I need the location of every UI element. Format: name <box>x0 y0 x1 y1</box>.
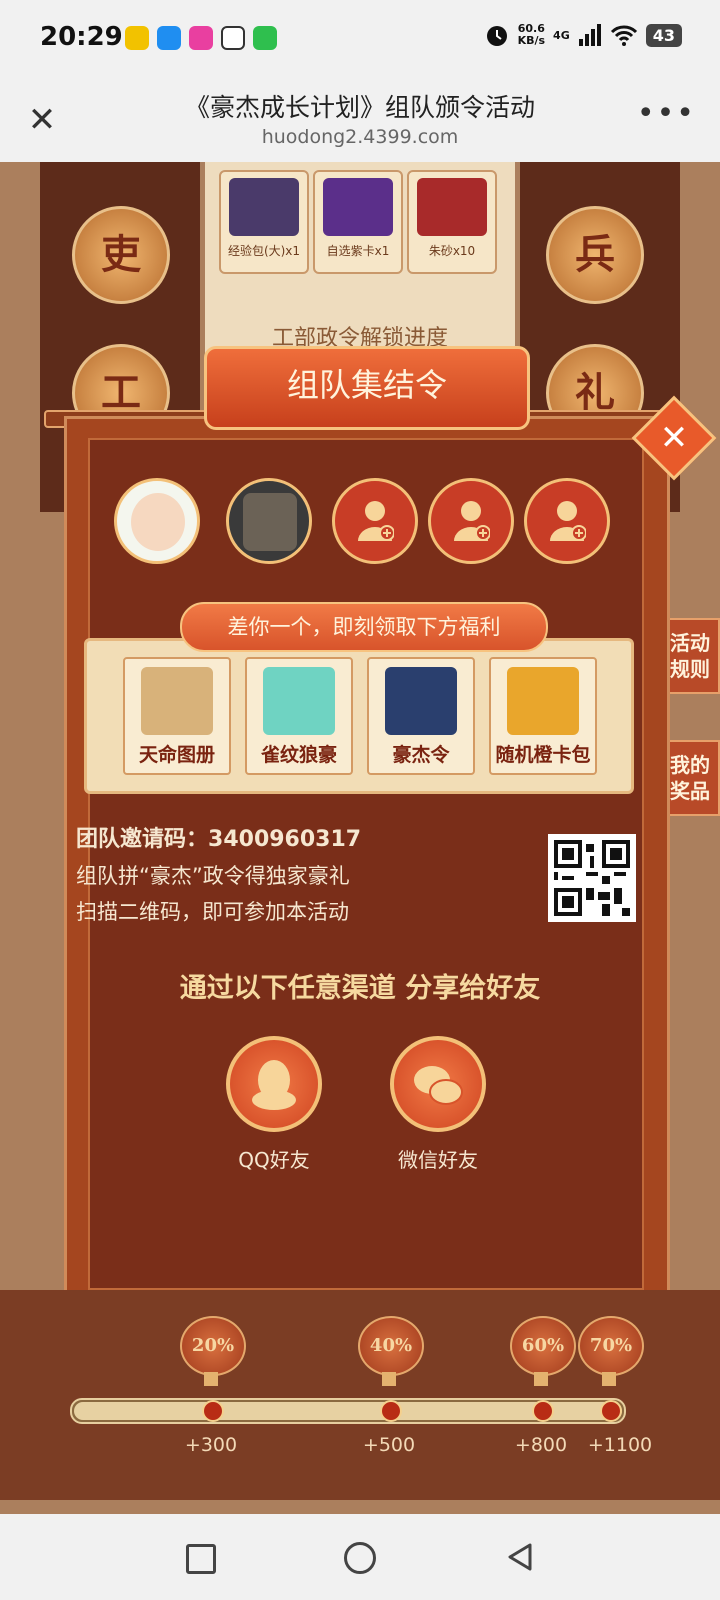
alarm-icon <box>486 26 507 46</box>
lantern-tassel <box>204 1372 218 1386</box>
add-user-icon <box>454 501 490 541</box>
page-url: huodong2.4399.com <box>261 126 459 148</box>
reward-item[interactable]: 雀纹狼豪 <box>245 657 353 775</box>
qr-code-icon <box>554 840 630 916</box>
reward-item[interactable]: 天命图册 <box>123 657 231 775</box>
milestone-lantern[interactable]: 60% <box>510 1316 576 1376</box>
notification-icons <box>125 26 277 50</box>
app-notification-icon <box>125 26 149 50</box>
lantern-tassel <box>382 1372 396 1386</box>
network-speed: 60.6 KB/s <box>517 22 546 47</box>
milestone-dot <box>380 1400 402 1422</box>
status-indicators: 60.6 KB/s 4G 43 <box>484 22 682 48</box>
token-icon <box>385 667 457 735</box>
milestone-points: +1100 <box>587 1434 653 1456</box>
app-notification-icon <box>157 26 181 50</box>
member-avatar <box>114 478 200 564</box>
milestone-dot <box>600 1400 622 1422</box>
invite-info: 团队邀请码：3400960317 组队拼“豪杰”政令得独家豪礼 扫描二维码，即可… <box>76 822 361 930</box>
battery-indicator: 43 <box>645 23 682 47</box>
close-icon: ✕ <box>659 418 689 458</box>
qq-icon <box>252 1060 296 1110</box>
brush-icon <box>263 667 335 735</box>
milestone-dot <box>532 1400 554 1422</box>
back-icon[interactable] <box>506 1542 534 1572</box>
add-user-icon <box>550 501 586 541</box>
invite-slot[interactable] <box>428 478 514 564</box>
lantern-tassel <box>602 1372 616 1386</box>
background-reward-item: 朱砂x10 <box>407 170 497 274</box>
background-reward-item: 自选紫卡x1 <box>313 170 403 274</box>
reward-list: 天命图册 雀纹狼豪 豪杰令 随机橙卡包 <box>84 638 634 794</box>
qr-code[interactable] <box>548 834 636 922</box>
wechat-icon <box>414 1066 463 1105</box>
game-box-notification-icon <box>253 26 277 50</box>
more-icon[interactable]: ••• <box>637 96 696 131</box>
member-avatar <box>226 478 312 564</box>
avatar <box>131 493 185 551</box>
background-reward-item: 经验包(大)x1 <box>219 170 309 274</box>
milestone-points: +300 <box>184 1434 238 1456</box>
milestone-lantern[interactable]: 70% <box>578 1316 644 1376</box>
invite-code-line: 团队邀请码：3400960317 <box>76 822 361 858</box>
signal-icon <box>578 24 601 46</box>
status-time: 20:29 <box>40 22 123 52</box>
milestone-lantern[interactable]: 40% <box>358 1316 424 1376</box>
invite-desc: 扫描二维码，即可参加本活动 <box>76 900 349 924</box>
wifi-icon <box>610 25 637 46</box>
benefit-banner: 差你一个，即刻领取下方福利 <box>180 602 548 652</box>
invite-desc: 组队拼“豪杰”政令得独家豪礼 <box>76 864 350 888</box>
reward-item[interactable]: 随机橙卡包 <box>489 657 597 775</box>
home-icon[interactable] <box>344 1542 376 1574</box>
milestone-points: +800 <box>514 1434 568 1456</box>
page-title: 《豪杰成长计划》组队颁令活动 <box>184 93 535 122</box>
exp-book-icon <box>229 178 299 236</box>
share-qq-button[interactable] <box>226 1036 322 1132</box>
purple-card-icon <box>323 178 393 236</box>
department-coin[interactable]: 吏 <box>72 206 170 304</box>
lantern-tassel <box>534 1372 548 1386</box>
department-coin[interactable]: 兵 <box>546 206 644 304</box>
milestone-points: +500 <box>362 1434 416 1456</box>
invite-slot[interactable] <box>332 478 418 564</box>
share-wechat-label: 微信好友 <box>398 1148 478 1172</box>
clock-notification-icon <box>221 26 245 50</box>
mystery-card-pack-icon <box>507 667 579 735</box>
add-user-icon <box>358 501 394 541</box>
modal-title: 组队集结令 <box>204 346 530 430</box>
milestone-lantern[interactable]: 20% <box>180 1316 246 1376</box>
atlas-scroll-icon <box>141 667 213 735</box>
cinnabar-icon <box>417 178 487 236</box>
team-members <box>114 478 614 568</box>
invite-code-label: 团队邀请码： <box>76 827 209 852</box>
share-title: 通过以下任意渠道 分享给好友 <box>179 973 541 1004</box>
invite-slot[interactable] <box>524 478 610 564</box>
app-notification-icon <box>189 26 213 50</box>
network-type: 4G <box>553 28 570 42</box>
system-nav-bar <box>0 1514 720 1600</box>
milestone-dot <box>202 1400 224 1422</box>
invite-code[interactable]: 3400960317 <box>208 827 361 852</box>
status-bar: 20:29 60.6 KB/s 4G 43 <box>0 0 720 78</box>
reward-item[interactable]: 豪杰令 <box>367 657 475 775</box>
recent-apps-icon[interactable] <box>186 1544 216 1574</box>
share-wechat-button[interactable] <box>390 1036 486 1132</box>
browser-header: ✕ 《豪杰成长计划》组队颁令活动 huodong2.4399.com ••• <box>0 78 720 162</box>
share-qq-label: QQ好友 <box>238 1148 310 1172</box>
avatar <box>243 493 297 551</box>
